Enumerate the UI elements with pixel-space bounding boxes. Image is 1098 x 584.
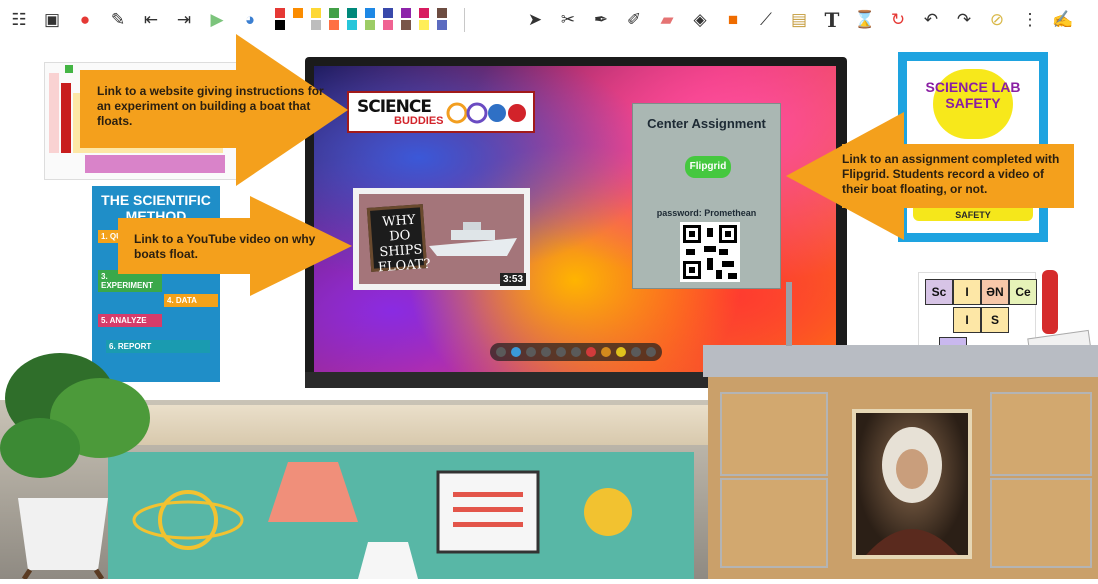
clear-icon[interactable]: ⊘ — [986, 9, 1008, 31]
color-swatch[interactable] — [437, 20, 447, 30]
callout-youtube-text: Link to a YouTube video on why boats flo… — [134, 232, 316, 261]
refresh-icon[interactable]: ↻ — [887, 9, 909, 31]
more-icon[interactable]: ⋮ — [1019, 9, 1041, 31]
portrait-figure-icon — [866, 427, 958, 555]
flipgrid-logo: Flipgrid — [685, 156, 731, 178]
video-duration: 3:53 — [499, 273, 526, 286]
color-swatch[interactable] — [275, 20, 285, 30]
element-tile: I — [953, 307, 981, 333]
fill-icon[interactable]: ◈ — [689, 9, 711, 31]
display-dock — [490, 343, 662, 361]
browser-icon[interactable]: ◕ — [239, 9, 261, 31]
color-swatch[interactable] — [419, 20, 429, 30]
clipboard-icon[interactable]: ▤ — [788, 9, 810, 31]
eraser-icon[interactable]: ▰ — [656, 9, 678, 31]
element-tile: Sc — [925, 279, 953, 305]
color-swatch[interactable] — [293, 8, 303, 18]
redo-icon[interactable]: ↷ — [953, 9, 975, 31]
undo-icon[interactable]: ↶ — [920, 9, 942, 31]
highlighter-icon[interactable]: ✐ — [623, 9, 645, 31]
dock-app-icon[interactable] — [616, 347, 626, 357]
edit-mode-icon[interactable]: ✍ — [1052, 9, 1074, 31]
profile-icon[interactable]: ▣ — [41, 9, 63, 31]
link-subtitle: BUDDIES — [394, 115, 444, 127]
shape-icon[interactable]: ■ — [722, 9, 744, 31]
color-swatch[interactable] — [401, 20, 411, 30]
dock-app-icon[interactable] — [526, 347, 536, 357]
ship-icon — [429, 222, 517, 256]
next-page-icon[interactable]: ⇥ — [173, 9, 195, 31]
toolbar-separator — [464, 8, 465, 32]
page-sorter-icon[interactable]: ☷ — [8, 9, 30, 31]
qr-code-icon — [680, 222, 740, 282]
callout-website-text: Link to a website giving instructions fo… — [97, 84, 324, 128]
reset-icon[interactable]: ● — [74, 9, 96, 31]
color-swatch[interactable] — [383, 20, 393, 30]
previous-page-icon[interactable]: ⇤ — [140, 9, 162, 31]
annotate-desktop-icon[interactable]: ✎ — [107, 9, 129, 31]
science-buddies-logo-icon — [446, 102, 526, 124]
video-title: WHY DO SHIPS FLOAT? — [377, 212, 432, 276]
poster-step: 4. DATA — [164, 294, 218, 307]
video-thumbnail: WHY DO SHIPS FLOAT? — [359, 194, 524, 284]
dock-app-icon[interactable] — [586, 347, 596, 357]
color-swatch[interactable] — [275, 8, 285, 18]
element-tile: I — [953, 279, 981, 305]
lab-desk-top — [703, 345, 1098, 377]
callout-flipgrid-text: Link to an assignment completed with Fli… — [842, 152, 1060, 196]
element-tile: S — [981, 307, 1009, 333]
link-title: SCIENCE — [357, 97, 432, 117]
dock-app-icon[interactable] — [511, 347, 521, 357]
notebook-title: Center Assignment — [647, 116, 766, 131]
password-text: password: Promethean — [656, 208, 757, 218]
chalkboard: WHY DO SHIPS FLOAT? — [366, 204, 432, 276]
color-swatch[interactable] — [329, 20, 339, 30]
color-swatch[interactable] — [311, 20, 321, 30]
desk-cabinet — [990, 392, 1092, 476]
color-swatch[interactable] — [293, 20, 303, 30]
select-icon[interactable]: ➤ — [524, 9, 546, 31]
dock-app-icon[interactable] — [496, 347, 506, 357]
play-icon[interactable]: ▶ — [206, 9, 228, 31]
dock-app-icon[interactable] — [571, 347, 581, 357]
color-swatch[interactable] — [311, 8, 321, 18]
science-rug — [108, 452, 694, 579]
color-swatch[interactable] — [437, 8, 447, 18]
dock-app-icon[interactable] — [556, 347, 566, 357]
timer-icon[interactable]: ⌛ — [854, 9, 876, 31]
dock-app-icon[interactable] — [631, 347, 641, 357]
wood-baseboard — [110, 405, 730, 445]
connector-icon[interactable]: ⟋ — [755, 9, 777, 31]
faucet — [786, 282, 792, 346]
color-swatch[interactable] — [347, 20, 357, 30]
poster-title: SCIENCE LAB SAFETY — [925, 79, 1021, 111]
dock-app-icon[interactable] — [601, 347, 611, 357]
youtube-video-link[interactable]: WHY DO SHIPS FLOAT? 3:53 — [353, 188, 530, 290]
color-swatch[interactable] — [365, 20, 375, 30]
dock-app-icon[interactable] — [541, 347, 551, 357]
potted-plant — [0, 338, 170, 581]
pen-icon[interactable]: ✒ — [590, 9, 612, 31]
color-swatch[interactable] — [365, 8, 375, 18]
element-tile: Ce — [1009, 279, 1037, 305]
toolbar: ☷ ▣ ● ✎ ⇤ ⇥ ▶ ◕ ➤ ✂ ✒ ✐ ▰ ◈ ■ ⟋ ▤ T ⌛ ↻ ↶ ↷ ⊘ ⋮ ✍ — [0, 0, 1098, 40]
desk-cabinet — [720, 392, 828, 476]
color-swatch[interactable] — [383, 8, 393, 18]
element-tile: ƏN — [981, 279, 1009, 305]
science-buddies-link[interactable]: SCIENCE BUDDIES — [347, 91, 535, 133]
desk-cabinet — [720, 478, 828, 568]
fire-extinguisher — [1042, 270, 1058, 334]
isaac-newton-portrait[interactable] — [852, 409, 972, 559]
poster-step: 5. ANALYZE — [98, 314, 162, 327]
text-icon[interactable]: T — [821, 9, 843, 31]
color-swatch[interactable] — [401, 8, 411, 18]
color-swatch[interactable] — [329, 8, 339, 18]
color-swatch[interactable] — [419, 8, 429, 18]
dock-app-icon[interactable] — [646, 347, 656, 357]
color-swatch[interactable] — [347, 8, 357, 18]
desk-cabinet — [990, 478, 1092, 568]
tools-icon[interactable]: ✂ — [557, 9, 579, 31]
center-assignment-notebook[interactable]: Center Assignment Flipgrid password: Pro… — [632, 103, 781, 289]
